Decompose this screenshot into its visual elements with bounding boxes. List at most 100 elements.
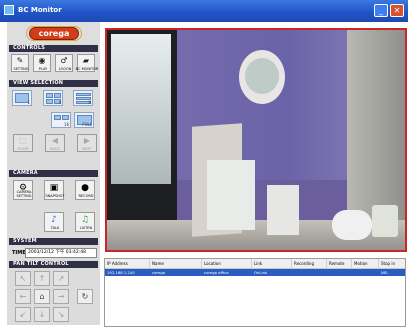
col-link[interactable]: Link [252, 259, 292, 269]
arrow-left-icon: ◀ [51, 136, 59, 145]
col-location[interactable]: Location [202, 259, 252, 269]
bc-monitor-label: BC MONITOR [75, 67, 99, 71]
table-header: IP Address Name Location Link Recording … [105, 259, 405, 269]
view-16-number: 16 [63, 122, 69, 127]
music-note-icon: ♫ [80, 215, 90, 225]
record-label: RECORD [78, 194, 94, 198]
view-pane [54, 93, 61, 98]
video-monitor [107, 30, 177, 220]
back-button[interactable]: ◀ BACK [45, 134, 65, 152]
time-label: TIME [12, 250, 26, 256]
talk-label: TALK [50, 226, 60, 230]
minimize-button[interactable]: _ [374, 4, 388, 17]
view-9-button[interactable]: 9 [73, 90, 93, 106]
window-title: BC Monitor [18, 6, 62, 14]
table-row[interactable]: 192.168.1.240 corega corega office OnLin… [105, 269, 405, 276]
control-sidebar: corega CONTROLS ✎ SETTING ◉ PLAY ♂ LOGON… [7, 22, 100, 325]
title-bar: BC Monitor _ ✕ [0, 0, 408, 22]
view-16-button[interactable]: 16 [51, 112, 71, 128]
system-header: SYSTEM [9, 238, 98, 245]
view-1-number: 1 [27, 100, 30, 105]
view-pane [54, 115, 61, 120]
play-button[interactable]: ◉ PLAY [33, 54, 51, 72]
listen-label: LISTEN [79, 226, 93, 230]
back-label: BACK [50, 147, 60, 151]
logon-button[interactable]: ♂ LOGON [55, 54, 73, 72]
view-pane [46, 99, 53, 104]
col-recording[interactable]: Recording [292, 259, 327, 269]
app-icon [4, 5, 14, 15]
snapshot-label: SNAPSHOT [45, 194, 65, 198]
camera-header: CAMERA [9, 170, 98, 177]
next-label: NEXT [82, 147, 92, 151]
camera-icon: ▰ [82, 56, 90, 65]
zoom-label: ZOOM [17, 147, 29, 151]
video-monitor-screen [111, 34, 171, 184]
camera-setting-label: CAMERA SETTING [16, 190, 32, 198]
view-selection-header: VIEW SELECTION [9, 80, 98, 87]
view-full-button[interactable]: FULL [74, 112, 94, 128]
view-9-number: 9 [88, 100, 91, 105]
video-printer [267, 185, 299, 235]
controls-header: CONTROLS [9, 45, 98, 52]
col-remote[interactable]: Remote [327, 259, 352, 269]
cell-stop-in: NEL [381, 270, 389, 275]
pan-reset-button[interactable]: ↻ [77, 289, 93, 304]
record-button[interactable]: ● RECORD [75, 180, 95, 200]
pan-down-button[interactable]: ↓ [34, 307, 50, 322]
cell-recording [292, 269, 327, 276]
video-speaker [332, 210, 372, 240]
cell-location: corega office [204, 270, 229, 275]
listen-button[interactable]: ♫ LISTEN [75, 212, 95, 232]
pan-down-right-button[interactable]: ↘ [53, 307, 69, 322]
cell-remote [327, 269, 352, 276]
corega-logo: corega [26, 26, 82, 41]
setting-label: SETTING [13, 67, 29, 71]
view-full-label: FULL [82, 122, 92, 127]
cell-ip-address: 192.168.1.240 [107, 270, 135, 275]
pan-up-right-button[interactable]: ↗ [53, 271, 69, 286]
play-label: PLAY [38, 67, 48, 71]
col-motion[interactable]: Motion [352, 259, 379, 269]
play-icon: ◉ [38, 56, 46, 65]
view-4-button[interactable]: 4 [43, 90, 63, 106]
pan-left-button[interactable]: ← [15, 289, 31, 304]
user-icon: ♂ [60, 56, 68, 65]
zoom-icon: ⬚ [19, 136, 27, 145]
cell-motion [352, 269, 379, 276]
snapshot-icon: ▣ [49, 183, 59, 193]
arrow-right-icon: ▶ [83, 136, 91, 145]
pan-up-left-button[interactable]: ↖ [15, 271, 31, 286]
setting-button[interactable]: ✎ SETTING [11, 54, 29, 72]
next-button[interactable]: ▶ NEXT [77, 134, 97, 152]
pan-down-left-button[interactable]: ↙ [15, 307, 31, 322]
device-table: IP Address Name Location Link Recording … [104, 258, 406, 327]
zoom-button[interactable]: ⬚ ZOOM [13, 134, 33, 152]
pen-icon: ✎ [16, 56, 24, 65]
camera-setting-button[interactable]: ⚙ CAMERA SETTING [13, 180, 33, 200]
view-pane [76, 93, 91, 96]
pan-right-button[interactable]: → [53, 289, 69, 304]
col-ip-address[interactable]: IP Address [105, 259, 150, 269]
col-stop-in[interactable]: Stop in [379, 259, 405, 269]
snapshot-button[interactable]: ▣ SNAPSHOT [44, 180, 65, 200]
close-button[interactable]: ✕ [390, 4, 404, 17]
video-tissue-box [207, 160, 255, 230]
camera-video-feed[interactable] [105, 28, 407, 252]
cell-link: OnLink [254, 270, 268, 275]
video-mug [372, 205, 398, 237]
talk-button[interactable]: ♪ TALK [44, 212, 64, 232]
pan-home-button[interactable]: ⌂ [34, 289, 50, 304]
col-name[interactable]: Name [150, 259, 202, 269]
logon-label: LOGON [58, 67, 72, 71]
speaker-icon: ♪ [51, 215, 57, 225]
record-icon: ● [81, 183, 89, 193]
view-1-button[interactable]: 1 [12, 90, 32, 106]
brand-area: corega [7, 22, 100, 44]
time-display: 2003/12/12 下午 03:42:48 [25, 248, 97, 258]
pan-up-button[interactable]: ↑ [34, 271, 50, 286]
view-pane [62, 115, 69, 120]
bc-monitor-button[interactable]: ▰ BC MONITOR [76, 54, 98, 72]
time-row: TIME 2003/12/12 下午 03:42:48 [9, 247, 98, 259]
video-poster [239, 50, 285, 104]
